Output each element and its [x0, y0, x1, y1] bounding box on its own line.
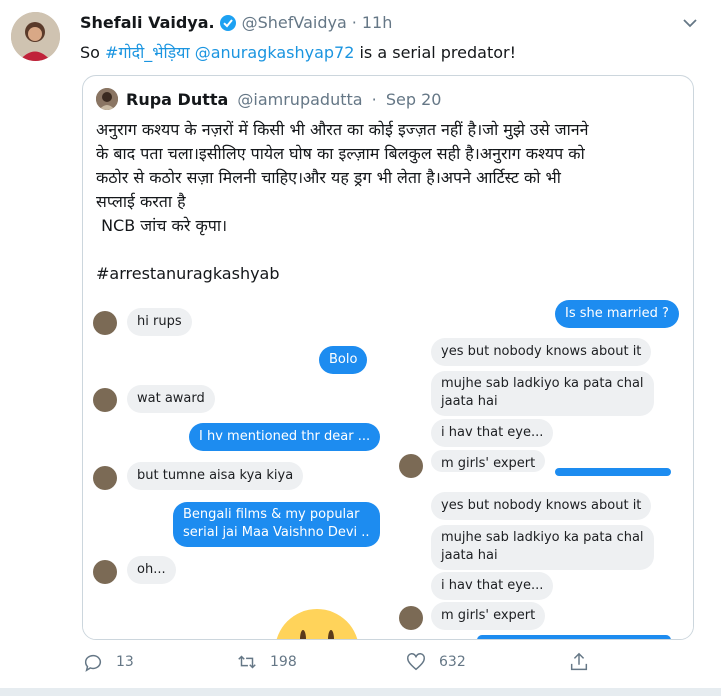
tweet-actions: 13 198 632 [80, 651, 640, 677]
chat-bubble-line: jaata hai [441, 548, 498, 563]
handle[interactable]: @ShefVaidya [242, 13, 347, 32]
reply-button[interactable]: 13 [82, 651, 134, 673]
quoted-line-blank [96, 238, 686, 262]
emoji-image [275, 609, 359, 639]
chat-bubble-line: jaata hai [441, 394, 498, 409]
tweet: Shefali Vaidya. @ShefVaidya · 11h So #गो… [0, 0, 721, 696]
quoted-date: Sep 20 [385, 90, 442, 109]
quoted-line: के बाद पता चला।इसीलिए पायेल घोष का इल्ज़… [96, 144, 585, 163]
chat-bubble: oh... [127, 556, 176, 584]
quoted-line: अनुराग कश्यप के नज़रों में किसी भी औरत क… [96, 120, 589, 139]
like-button[interactable]: 632 [405, 651, 466, 673]
avatar[interactable] [11, 12, 60, 61]
quoted-avatar [96, 88, 118, 110]
chat-bubble: mujhe sab ladkiyo ka pata chal jaata hai [431, 525, 654, 570]
chat-bubble: wat award [127, 385, 215, 413]
chat-avatar [399, 454, 423, 478]
like-count: 632 [439, 654, 466, 670]
retweet-count: 198 [270, 654, 297, 670]
chat-bubble-line: Bengali films & my popular [183, 507, 360, 522]
verified-badge-icon [219, 14, 237, 32]
chat-avatar [93, 560, 117, 584]
chat-avatar [93, 311, 117, 335]
chat-bubble: m girls' expert [431, 450, 546, 472]
quoted-handle: @iamrupadutta [237, 90, 363, 109]
chat-bubble: hi rups [127, 308, 192, 336]
tweet-header: Shefali Vaidya. @ShefVaidya · 11h [80, 13, 392, 32]
mention-link[interactable]: @anuragkashyap72 [195, 43, 355, 62]
quoted-line: कठोर से कठोर सज़ा मिलनी चाहिए।और यह ड्रग… [96, 168, 561, 187]
chat-bubble: Bengali films & my popular serial jai Ma… [173, 502, 380, 547]
reply-count: 13 [116, 654, 134, 670]
chat-bubble-line: mujhe sab ladkiyo ka pata chal [441, 376, 644, 391]
quoted-header: Rupa Dutta @iamrupadutta · Sep 20 [126, 90, 441, 109]
hashtag-link[interactable]: #गोदी_भेड़िया [105, 43, 190, 62]
tweet-text-suffix: is a serial predator! [354, 43, 517, 62]
chat-bubble: m girls' expert [431, 602, 546, 630]
quoted-text: अनुराग कश्यप के नज़रों में किसी भी औरत क… [96, 118, 686, 286]
chevron-down-icon[interactable] [681, 14, 699, 32]
retweet-button[interactable]: 198 [236, 651, 297, 673]
chat-bubble: Is she married ? [555, 300, 679, 328]
reply-icon [84, 654, 101, 672]
chat-bubble: mujhe sab ladkiyo ka pata chal jaata hai [431, 371, 654, 416]
quoted-tweet[interactable]: Rupa Dutta @iamrupadutta · Sep 20 अनुराग… [82, 75, 694, 640]
retweet-icon [238, 655, 256, 669]
quoted-line: NCB जांच करे कृपा। [96, 216, 228, 235]
chat-avatar [399, 606, 423, 630]
chat-bubble: I hv mentioned thr dear ... [189, 423, 381, 451]
chat-bubble: yes but nobody knows about it [431, 338, 652, 366]
share-button[interactable] [568, 651, 590, 673]
chat-bubble: Bolo [319, 346, 368, 374]
chat-screenshot: hi rups Bolo wat award I hv mentioned th… [83, 294, 693, 639]
chat-bubble: i hav that eye... [431, 419, 554, 447]
chat-bubble-fragment [477, 635, 671, 639]
chat-bubble: i hav that eye... [431, 572, 554, 600]
chat-bubble-line: serial jai Maa Vaishno Devi .. [183, 525, 370, 540]
chat-avatar [93, 466, 117, 490]
heart-icon [407, 653, 425, 671]
quoted-hashtag: #arrestanuragkashyab [96, 264, 280, 283]
quoted-display-name: Rupa Dutta [126, 90, 229, 109]
tweet-text-prefix: So [80, 43, 106, 62]
timestamp[interactable]: 11h [362, 13, 393, 32]
share-icon [570, 652, 588, 671]
tweet-text: So #गोदी_भेड़िया @anuragkashyap72 is a s… [80, 41, 516, 63]
chat-bubble: yes but nobody knows about it [431, 492, 652, 520]
chat-bubble-fragment [555, 468, 671, 476]
chat-bubble: but tumne aisa kya kiya [127, 462, 304, 490]
display-name[interactable]: Shefali Vaidya. [80, 13, 215, 32]
quoted-separator: · [371, 90, 377, 109]
divider [0, 688, 721, 696]
chat-bubble-line: mujhe sab ladkiyo ka pata chal [441, 530, 644, 545]
chat-avatar [93, 388, 117, 412]
separator: · [351, 13, 357, 32]
quoted-line: सप्लाई करता है [96, 192, 186, 211]
